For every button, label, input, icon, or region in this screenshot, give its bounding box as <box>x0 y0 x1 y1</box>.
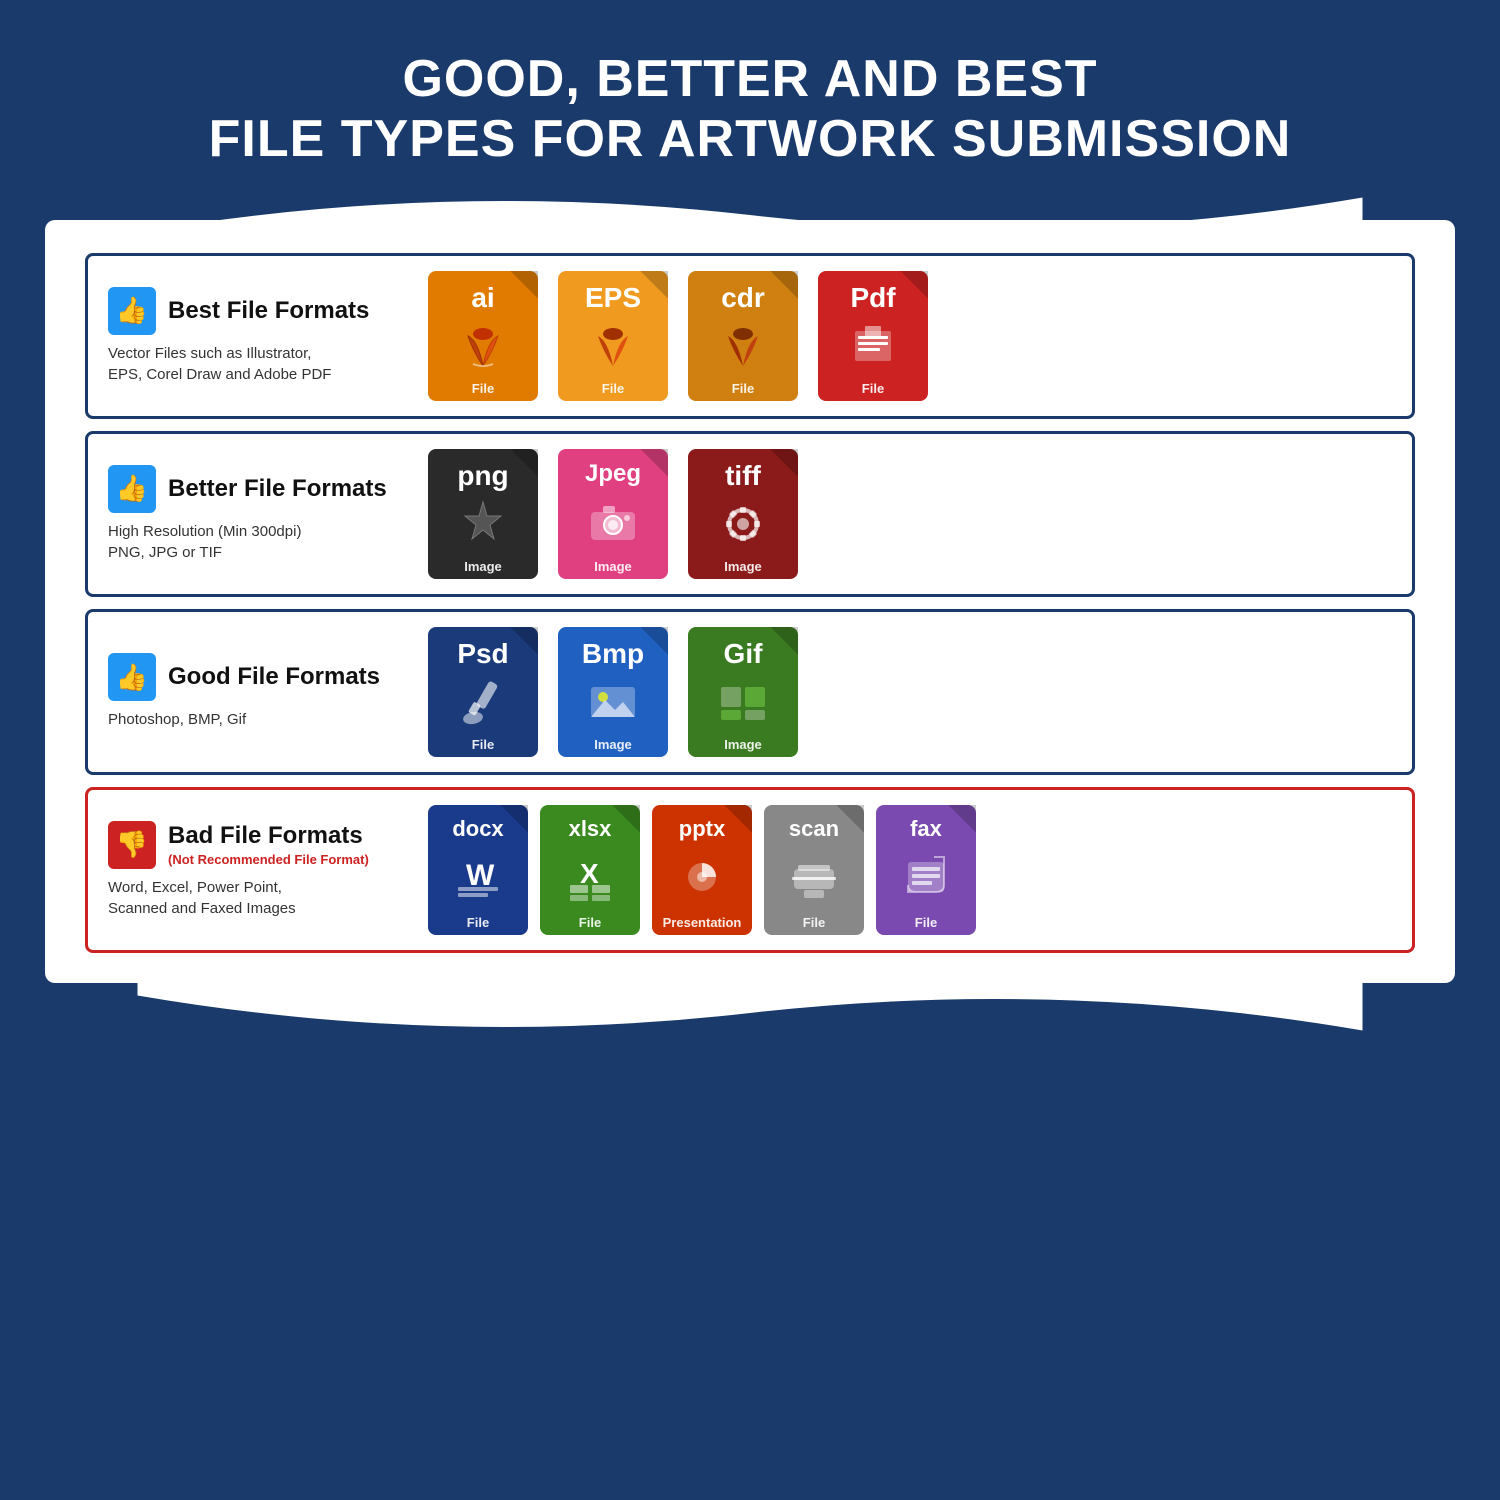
better-row: 👍 Better File Formats High Resolution (M… <box>85 431 1415 597</box>
page-wrapper: GOOD, BETTER AND BEST FILE TYPES FOR ART… <box>0 0 1500 1500</box>
scan-file-icon: scan File <box>764 805 864 935</box>
jpeg-label: Jpeg <box>585 462 641 486</box>
bad-thumbs-icon: 👎 <box>108 821 156 869</box>
best-title: Best File Formats <box>168 297 369 325</box>
good-title: Good File Formats <box>168 663 380 691</box>
jpeg-sublabel: Image <box>594 559 632 574</box>
gif-label: Gif <box>724 640 763 668</box>
best-row-left: 👍 Best File Formats Vector Files such as… <box>88 269 408 403</box>
fax-file-icon: fax File <box>876 805 976 935</box>
bad-desc: Word, Excel, Power Point,Scanned and Fax… <box>108 877 388 919</box>
best-row-right: ai File EPS <box>408 256 1412 416</box>
pdf-file-icon: Pdf File <box>818 271 928 401</box>
header-title: GOOD, BETTER AND BEST FILE TYPES FOR ART… <box>20 50 1480 170</box>
png-file-icon: png Image <box>428 449 538 579</box>
gif-sublabel: Image <box>724 737 762 752</box>
pen-icon-cdr <box>713 316 773 376</box>
ppt-icon-pptx <box>672 847 732 907</box>
docx-sublabel: File <box>467 915 489 930</box>
docx-label: docx <box>452 818 503 840</box>
better-row-right: png Image Jpeg <box>408 434 1412 594</box>
doc-icon-pdf <box>843 316 903 376</box>
tiff-sublabel: Image <box>724 559 762 574</box>
png-sublabel: Image <box>464 559 502 574</box>
good-row-header: 👍 Good File Formats <box>108 653 388 701</box>
eps-sublabel: File <box>602 381 624 396</box>
bad-title: Bad File Formats <box>168 822 369 850</box>
xlsx-sublabel: File <box>579 915 601 930</box>
pptx-label: pptx <box>679 818 725 840</box>
star-icon-png <box>453 494 513 554</box>
fax-label: fax <box>910 818 942 840</box>
better-desc: High Resolution (Min 300dpi)PNG, JPG or … <box>108 521 388 563</box>
best-row-header: 👍 Best File Formats <box>108 287 388 335</box>
pdf-label: Pdf <box>850 284 895 312</box>
cdr-sublabel: File <box>732 381 754 396</box>
tiff-label: tiff <box>725 462 761 490</box>
scan-icon <box>784 847 844 907</box>
pdf-sublabel: File <box>862 381 884 396</box>
word-icon-docx: W <box>448 847 508 907</box>
content-section: 👍 Best File Formats Vector Files such as… <box>45 220 1455 983</box>
best-row: 👍 Best File Formats Vector Files such as… <box>85 253 1415 419</box>
jpeg-file-icon: Jpeg Image <box>558 449 668 579</box>
cdr-file-icon: cdr File <box>688 271 798 401</box>
bmp-file-icon: Bmp Image <box>558 627 668 757</box>
better-title: Better File Formats <box>168 475 387 503</box>
bad-subtitle: (Not Recommended File Format) <box>168 852 369 867</box>
docx-file-icon: docx W File <box>428 805 528 935</box>
camera-icon-jpeg <box>583 492 643 552</box>
cdr-label: cdr <box>721 284 765 312</box>
pen-icon-eps <box>583 316 643 376</box>
good-row-left: 👍 Good File Formats Photoshop, BMP, Gif <box>88 635 408 748</box>
best-desc: Vector Files such as Illustrator,EPS, Co… <box>108 343 388 385</box>
pptx-file-icon: pptx Presentation <box>652 805 752 935</box>
good-row-right: Psd File Bmp <box>408 612 1412 772</box>
ai-label: ai <box>471 284 494 312</box>
better-row-left: 👍 Better File Formats High Resolution (M… <box>88 447 408 581</box>
better-thumbs-icon: 👍 <box>108 465 156 513</box>
best-thumbs-icon: 👍 <box>108 287 156 335</box>
psd-sublabel: File <box>472 737 494 752</box>
gif-file-icon: Gif Image <box>688 627 798 757</box>
psd-label: Psd <box>457 640 508 668</box>
scan-label: scan <box>789 818 839 840</box>
bad-row: 👎 Bad File Formats (Not Recommended File… <box>85 787 1415 953</box>
pptx-sublabel: Presentation <box>663 915 742 930</box>
landscape-icon-bmp <box>583 672 643 732</box>
good-row: 👍 Good File Formats Photoshop, BMP, Gif … <box>85 609 1415 775</box>
brush-icon-psd <box>453 672 513 732</box>
bmp-label: Bmp <box>582 640 644 668</box>
svg-text:X: X <box>580 858 599 889</box>
header: GOOD, BETTER AND BEST FILE TYPES FOR ART… <box>0 0 1500 170</box>
eps-label: EPS <box>585 284 641 312</box>
ai-file-icon: ai File <box>428 271 538 401</box>
excel-icon-xlsx: X <box>560 847 620 907</box>
good-thumbs-icon: 👍 <box>108 653 156 701</box>
eps-file-icon: EPS File <box>558 271 668 401</box>
bad-row-right: docx W File xlsx X <box>408 790 1412 950</box>
good-desc: Photoshop, BMP, Gif <box>108 709 388 730</box>
bottom-swoosh <box>45 978 1455 1048</box>
bad-row-header: 👎 Bad File Formats (Not Recommended File… <box>108 821 388 869</box>
ai-sublabel: File <box>472 381 494 396</box>
bad-row-left: 👎 Bad File Formats (Not Recommended File… <box>88 803 408 937</box>
png-label: png <box>457 462 508 490</box>
bmp-sublabel: Image <box>594 737 632 752</box>
tiff-file-icon: tiff <box>688 449 798 579</box>
xlsx-file-icon: xlsx X File <box>540 805 640 935</box>
grid-icon-gif <box>713 672 773 732</box>
xlsx-label: xlsx <box>569 818 612 840</box>
pen-icon-ai <box>453 316 513 376</box>
scan-sublabel: File <box>803 915 825 930</box>
psd-file-icon: Psd File <box>428 627 538 757</box>
fax-sublabel: File <box>915 915 937 930</box>
fax-icon <box>896 847 956 907</box>
better-row-header: 👍 Better File Formats <box>108 465 388 513</box>
gear-icon-tiff <box>713 494 773 554</box>
